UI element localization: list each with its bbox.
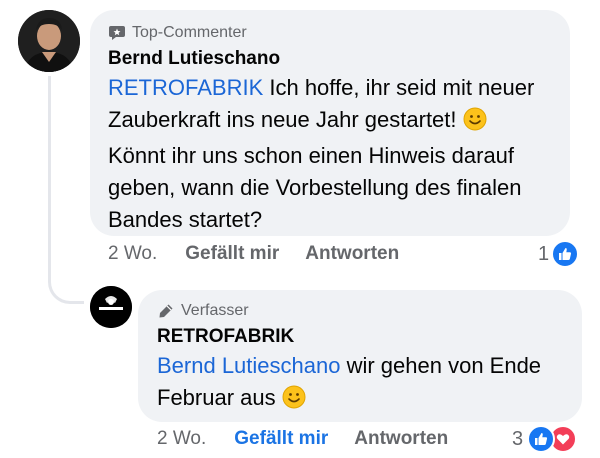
reply-text: Bernd Lutieschano wir gehen von Ende Feb… [157, 350, 577, 418]
avatar-photo [18, 10, 80, 72]
smiley-emoji-icon [282, 385, 306, 418]
reply-avatar[interactable] [90, 286, 132, 328]
reaction-count: 3 [512, 427, 524, 450]
reply-line: Februar aus [157, 382, 577, 418]
mention-link[interactable]: RETROFABRIK [108, 75, 263, 100]
comment-line: RETROFABRIK Ich hoffe, ihr seid mit neue… [108, 75, 535, 100]
comment-badge-icon [108, 24, 126, 42]
comment-actions: 2 Wo. Gefällt mir Antworten [108, 243, 399, 265]
retrofabrik-logo [90, 286, 132, 328]
reply-button[interactable]: Antworten [354, 428, 448, 450]
comment-timestamp[interactable]: 2 Wo. [108, 243, 157, 265]
top-commenter-badge: Top-Commenter [108, 24, 247, 42]
comment-line: geben, wann die Vorbestellung des finale… [108, 175, 522, 200]
badge-label: Verfasser [181, 302, 249, 319]
thread-branch [48, 268, 84, 304]
reaction-summary[interactable]: 3 [512, 425, 578, 453]
avatar[interactable] [18, 10, 80, 72]
comment-author[interactable]: Bernd Lutieschano [108, 48, 280, 70]
smiley-emoji-icon [463, 107, 487, 140]
comment-text: RETROFABRIK Ich hoffe, ihr seid mit neue… [108, 72, 563, 236]
comment-line: Könnt ihr uns schon einen Hinweis darauf [108, 143, 515, 168]
like-button[interactable]: Gefällt mir [234, 428, 328, 450]
reply-timestamp[interactable]: 2 Wo. [157, 428, 206, 450]
mention-link[interactable]: Bernd Lutieschano [157, 353, 340, 378]
reply-line: Bernd Lutieschano wir gehen von Ende [157, 353, 542, 378]
comment-line: Zauberkraft ins neue Jahr gestartet! [108, 104, 563, 140]
reaction-summary[interactable]: 1 [538, 240, 580, 268]
badge-label: Top-Commenter [132, 24, 247, 41]
pen-icon [157, 302, 175, 320]
reaction-count: 1 [538, 242, 550, 265]
like-icon [551, 240, 580, 268]
author-badge: Verfasser [157, 302, 249, 320]
like-icon [527, 425, 556, 453]
like-button[interactable]: Gefällt mir [185, 243, 279, 265]
reply-author[interactable]: RETROFABRIK [157, 326, 294, 348]
reply-actions: 2 Wo. Gefällt mir Antworten [157, 428, 448, 450]
thread-line [48, 76, 51, 276]
reply-button[interactable]: Antworten [305, 243, 399, 265]
comment-line: Bandes startet? [108, 207, 263, 232]
